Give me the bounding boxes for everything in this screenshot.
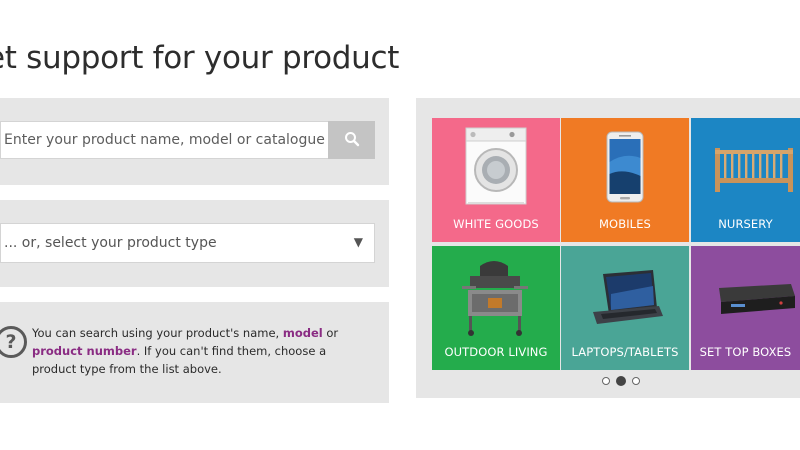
search-icon [344,131,360,150]
category-label: LAPTOPS/TABLETS [571,345,679,359]
help-panel: ? You can search using your product's na… [0,302,389,403]
product-number-link[interactable]: product number [32,344,137,358]
category-tile-laptops-tablets[interactable]: LAPTOPS/TABLETS [561,246,689,370]
category-label: NURSERY [718,217,773,231]
search-button[interactable] [328,121,375,159]
category-tile-outdoor-living[interactable]: OUTDOOR LIVING [432,246,560,370]
category-label: MOBILES [599,217,651,231]
page-title: et support for your product [0,40,400,76]
product-type-select-value: ... or, select your product type [4,235,217,251]
search-panel [0,98,389,185]
category-tile-white-goods[interactable]: WHITE GOODS [432,118,560,242]
carousel-dot[interactable] [602,377,610,385]
triangle-down-icon: ▼ [353,235,363,249]
help-text-part: You can search using your product's name… [32,326,283,340]
select-panel: ... or, select your product type ▼ [0,200,389,287]
category-tile-nursery[interactable]: NURSERY [691,118,800,242]
category-label: WHITE GOODS [453,217,539,231]
search-input[interactable] [0,121,328,159]
question-mark-icon: ? [0,326,27,358]
carousel-pagination [602,376,640,386]
model-link[interactable]: model [283,326,323,340]
carousel-dot[interactable] [632,377,640,385]
category-label: SET TOP BOXES [699,345,792,359]
category-carousel: WHITE GOODS MOBILES NURSERY OUTDOOR LIVI… [416,98,800,398]
category-tile-mobiles[interactable]: MOBILES [561,118,689,242]
help-text: You can search using your product's name… [32,324,372,378]
category-label: OUTDOOR LIVING [444,345,548,359]
category-tile-set-top-boxes[interactable]: SET TOP BOXES [691,246,800,370]
carousel-dot-active[interactable] [616,376,626,386]
help-text-part: or [322,326,339,340]
product-type-select[interactable]: ... or, select your product type ▼ [0,223,375,263]
